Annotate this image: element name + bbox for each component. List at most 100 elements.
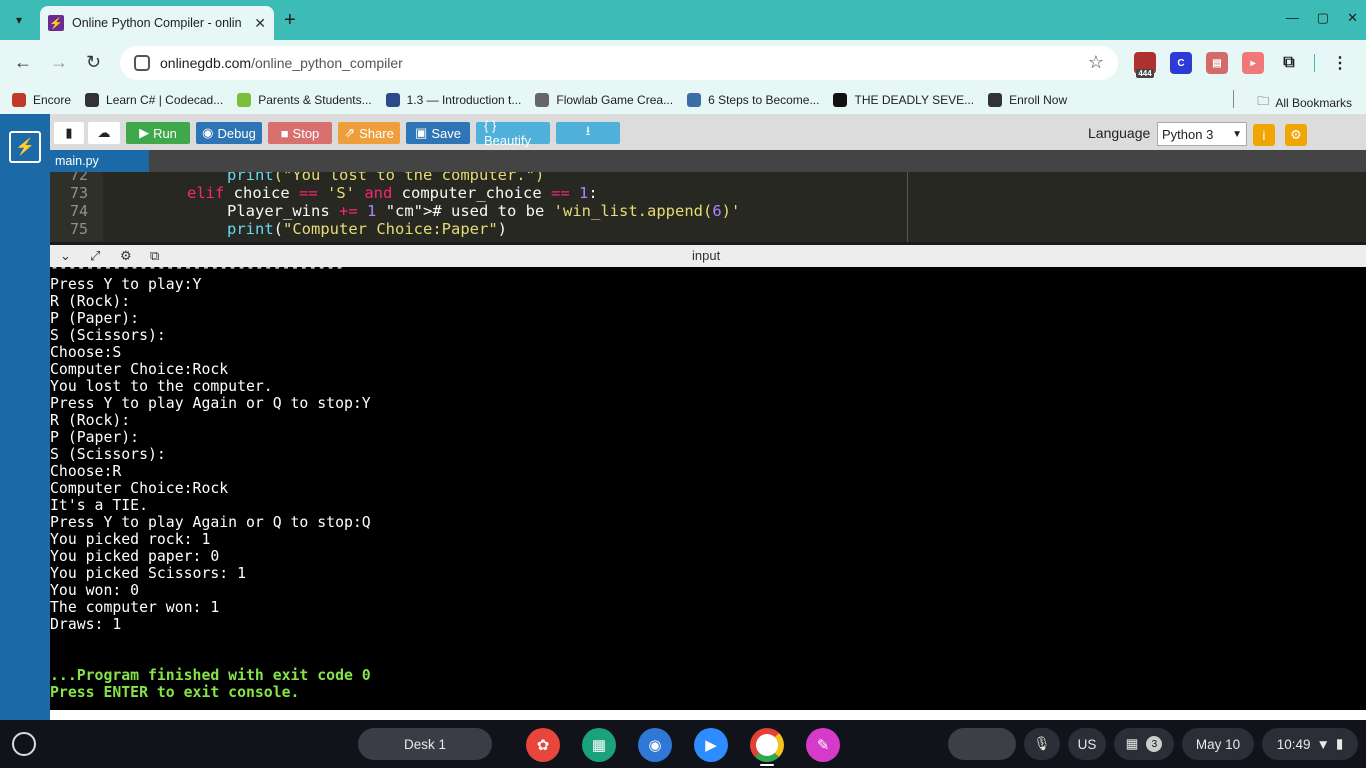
print-margin	[907, 172, 908, 242]
console-line: Press Y to play Again or Q to stop:Q	[50, 514, 371, 531]
forward-icon[interactable]: →	[50, 52, 68, 73]
left-sidebar: ⚡	[0, 114, 50, 720]
console-line: It's a TIE.	[50, 497, 148, 514]
bookmark-label: THE DEADLY SEVE...	[854, 93, 975, 107]
gallery-app-icon[interactable]: ✎	[806, 728, 840, 762]
expand-icon[interactable]: ⤢	[90, 248, 100, 264]
menu-kebab-icon[interactable]: ⋮	[1329, 52, 1351, 74]
collapse-chevron-icon[interactable]: ⌄	[60, 248, 71, 264]
bookmark-star-icon[interactable]: ☆	[1088, 52, 1104, 73]
binoculars-icon	[687, 93, 702, 107]
zoom-app-icon[interactable]: ▶	[694, 728, 728, 762]
bookmark-item[interactable]: Learn C# | Codecad...	[85, 93, 223, 107]
launcher-icon[interactable]	[12, 732, 36, 756]
bookmarks-divider	[1233, 90, 1235, 108]
classroom-app-icon[interactable]: ▦	[582, 728, 616, 762]
microphone-icon[interactable]: 🎙	[1024, 728, 1060, 760]
close-tab-icon[interactable]: ✕	[254, 15, 266, 32]
camera-app-icon[interactable]: ◉	[638, 728, 672, 762]
notifications-button[interactable]: ▦ 3	[1114, 728, 1174, 760]
stop-icon: ■	[280, 125, 289, 141]
console-line: You lost to the computer.	[50, 378, 273, 395]
url-text: onlinegdb.com/online_python_compiler	[160, 55, 403, 71]
notification-icon: ▦	[1125, 736, 1139, 751]
maximize-icon[interactable]: ▢	[1317, 10, 1329, 26]
bookmark-item[interactable]: 1.3 — Introduction t...	[385, 93, 521, 107]
bookmark-item[interactable]: Flowlab Game Crea...	[535, 93, 673, 107]
settings-gear-icon[interactable]: ⚙	[1285, 124, 1307, 146]
language-select[interactable]: Python 3 ▼	[1157, 122, 1247, 146]
file-tabs: main.py	[50, 150, 1366, 172]
console-line: Computer Choice:Rock	[50, 361, 229, 378]
back-icon[interactable]: ←	[14, 52, 32, 73]
run-button[interactable]: ▶ Run	[126, 122, 190, 144]
save-button[interactable]: ▣ Save	[406, 122, 470, 144]
minimize-icon[interactable]: —	[1286, 10, 1299, 26]
code-line: 72 print("You lost to the computer.")	[50, 172, 544, 184]
bookmark-label: Parents & Students...	[258, 93, 372, 107]
console-line: Computer Choice:Rock	[50, 480, 229, 497]
date-label: May 10	[1195, 736, 1241, 752]
bookmark-item[interactable]: Encore	[12, 93, 71, 107]
console-status-line: Press ENTER to exit console.	[50, 684, 300, 701]
browser-tab[interactable]: ⚡ Online Python Compiler - online ✕	[40, 6, 274, 40]
keyboard-layout-button[interactable]: US	[1068, 728, 1106, 760]
console-scrollbar[interactable]	[50, 710, 1366, 720]
close-window-icon[interactable]: ✕	[1347, 10, 1358, 26]
new-tab-icon[interactable]: +	[284, 9, 296, 32]
tab-main-py[interactable]: main.py	[50, 150, 149, 172]
all-bookmarks-label: All Bookmarks	[1275, 95, 1352, 110]
bookmark-item[interactable]: Enroll Now	[988, 93, 1067, 107]
share-button[interactable]: ⇗ Share	[338, 122, 400, 144]
chrome-app-icon[interactable]	[750, 728, 784, 762]
copy-icon[interactable]: ⧉	[150, 248, 159, 264]
extension-badge: 444	[1136, 69, 1154, 78]
console-line: ---------------------------------	[50, 267, 344, 276]
site-info-icon[interactable]	[134, 55, 150, 71]
console-line: S (Scissors):	[50, 327, 166, 344]
code-print-keyword: print	[227, 172, 274, 184]
bookmark-label: Encore	[33, 93, 72, 107]
bookmark-item[interactable]: Parents & Students...	[237, 93, 372, 107]
console-line: You picked Scissors: 1	[50, 565, 246, 582]
extensions-puzzle-icon[interactable]: ⧉	[1278, 52, 1300, 74]
desk-button[interactable]: Desk 1	[358, 728, 492, 760]
bookmark-item[interactable]: THE DEADLY SEVE...	[833, 93, 974, 107]
printer-extension-icon[interactable]: ▤	[1206, 52, 1228, 74]
address-bar[interactable]: onlinegdb.com/online_python_compiler ☆	[120, 46, 1118, 80]
tab-search-icon[interactable]: ▾	[6, 8, 32, 32]
canvas-app-icon[interactable]: ✿	[526, 728, 560, 762]
new-file-icon[interactable]: ▮	[54, 122, 84, 144]
mail-extension-icon[interactable]: 444	[1134, 52, 1156, 78]
status-area[interactable]: 10:49 ▼ ▮	[1262, 728, 1358, 760]
console-settings-icon[interactable]: ⚙	[120, 248, 132, 264]
reload-icon[interactable]: ↻	[86, 52, 101, 73]
output-console[interactable]: --------------------------------- Press Y…	[50, 267, 1366, 710]
debug-label: Debug	[217, 125, 256, 141]
onlinegdb-logo-icon[interactable]: ⚡	[9, 131, 41, 163]
record-extension-icon[interactable]: ▸	[1242, 52, 1264, 74]
bookmark-item[interactable]: 6 Steps to Become...	[687, 93, 819, 107]
date-button[interactable]: May 10	[1182, 728, 1254, 760]
language-label: Language	[1088, 125, 1151, 141]
debug-button[interactable]: ◉ Debug	[196, 122, 262, 144]
letter-icon	[833, 93, 848, 107]
code-editor[interactable]: 72 print("You lost to the computer.") 73…	[50, 172, 1366, 242]
stop-button[interactable]: ■ Stop	[268, 122, 332, 144]
battery-icon: ▮	[1335, 736, 1344, 751]
upload-icon[interactable]: ☁	[88, 122, 120, 144]
save-label: Save	[431, 125, 461, 141]
line-number: 75	[69, 220, 88, 238]
notification-count: 3	[1146, 736, 1163, 752]
tote-icon[interactable]	[948, 728, 1016, 760]
download-button[interactable]: ⭳	[556, 122, 620, 144]
c-extension-icon[interactable]: C	[1170, 52, 1192, 74]
console-status-line: ...Program finished with exit code 0	[50, 667, 371, 684]
code-line: 75 print("Computer Choice:Paper")	[50, 220, 507, 238]
url-domain: onlinegdb.com	[160, 55, 252, 71]
info-icon[interactable]: i	[1253, 124, 1275, 146]
console-line: The computer won: 1	[50, 599, 220, 616]
code-line: 74 Player_wins += 1 "cm"># used to be 'w…	[50, 202, 740, 220]
all-bookmarks-button[interactable]: 🗀 All Bookmarks	[1233, 90, 1352, 113]
beautify-button[interactable]: { } Beautify	[476, 118, 550, 148]
